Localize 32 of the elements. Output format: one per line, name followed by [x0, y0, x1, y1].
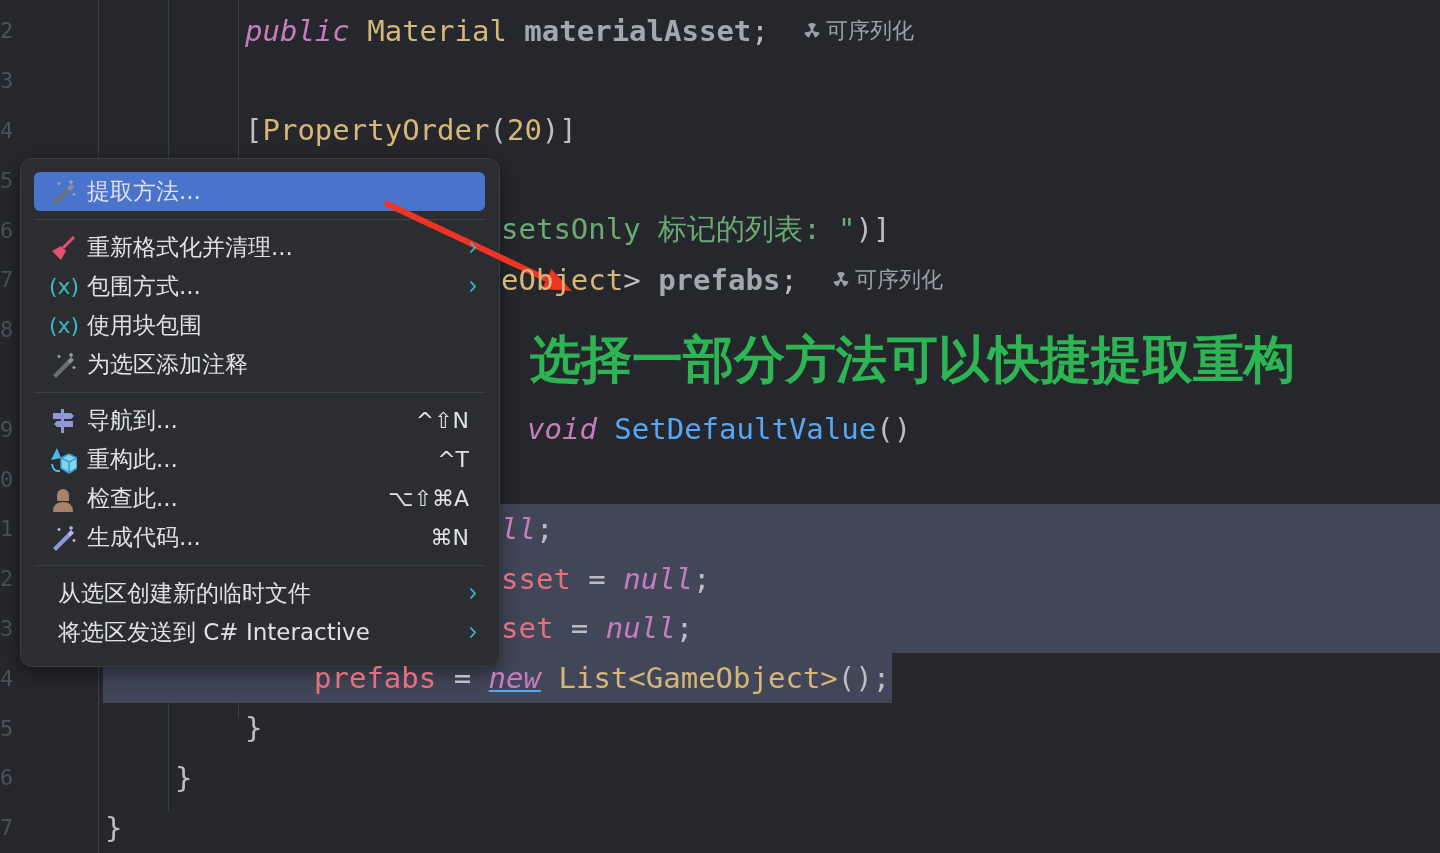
code-line: void SetDefaultValue()	[527, 412, 912, 447]
code-line: public Material materialAsset;	[245, 13, 769, 48]
shortcut-label: ^T	[437, 447, 469, 472]
hint-icon	[803, 22, 820, 39]
variable-icon: (x)	[49, 274, 79, 299]
shortcut-label: ⌘N	[430, 525, 469, 550]
annotation-text: 选择一部分方法可以快捷提取重构	[530, 329, 1295, 391]
inlay-hint: 可序列化	[825, 16, 914, 45]
menu-item[interactable]: 将选区发送到 C# Interactive	[34, 613, 485, 652]
shortcut-label: ⌥⇧⌘A	[388, 486, 469, 511]
variable-icon: (x)	[49, 313, 79, 338]
menu-item[interactable]: 重构此... ^T	[34, 440, 485, 479]
code-line: sset = null;	[501, 561, 711, 596]
code-line: [PropertyOrder(20)]	[245, 113, 577, 148]
code-line: }	[105, 810, 123, 845]
code-line: }	[245, 711, 263, 746]
menu-item[interactable]: 检查此... ⌥⇧⌘A	[34, 479, 485, 518]
menu-item[interactable]: 为选区添加注释	[34, 345, 485, 384]
code-line: prefabs = new List<GameObject>();	[314, 661, 891, 696]
menu-item[interactable]: 重新格式化并清理...	[34, 228, 485, 267]
code-line: }	[175, 760, 193, 795]
menu-item[interactable]: 从选区创建新的临时文件	[34, 574, 485, 613]
menu-item[interactable]: (x) 使用块包围	[34, 306, 485, 345]
code-line: set = null;	[501, 611, 694, 646]
code-line: ll;	[501, 511, 554, 546]
hint-icon	[832, 271, 849, 288]
shortcut-label: ^⇧N	[415, 408, 469, 433]
menu-item[interactable]: (x) 包围方式...	[34, 267, 485, 306]
inlay-hint: 可序列化	[854, 265, 943, 294]
menu-item[interactable]: 导航到... ^⇧N	[34, 401, 485, 440]
menu-item[interactable]: 生成代码... ⌘N	[34, 518, 485, 557]
code-line: setsOnly 标记的列表: ")]	[501, 211, 891, 249]
